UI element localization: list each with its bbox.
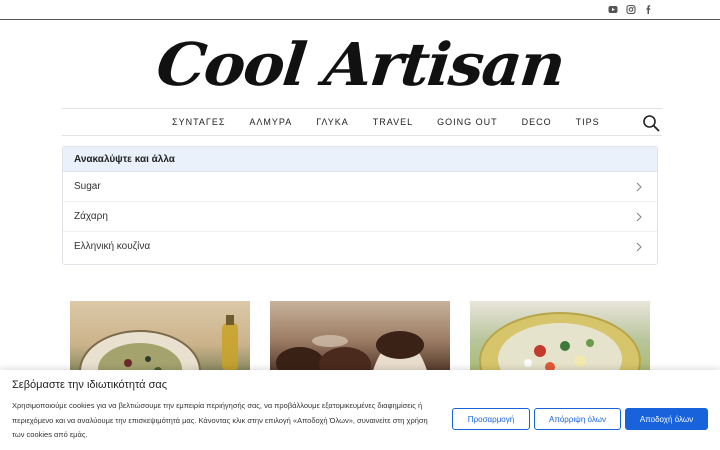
discover-item[interactable]: Ζάχαρη xyxy=(63,202,657,232)
facebook-icon[interactable] xyxy=(644,4,654,15)
social-links xyxy=(608,4,654,15)
food-plate-image xyxy=(79,315,238,381)
logo-text: Cool Artisan xyxy=(153,29,567,100)
discover-heading: Ανακαλύψτε και άλλα xyxy=(63,147,657,172)
instagram-icon[interactable] xyxy=(626,4,636,15)
accept-all-button[interactable]: Αποδοχή όλων xyxy=(625,408,708,430)
article-card-image[interactable] xyxy=(270,301,450,381)
discover-item[interactable]: Sugar xyxy=(63,172,657,202)
salad-bowl-image xyxy=(479,312,641,381)
article-card-image[interactable] xyxy=(70,301,250,381)
discover-item[interactable]: Ελληνική κουζίνα xyxy=(63,232,657,262)
nav-item-going-out[interactable]: GOING OUT xyxy=(437,117,498,127)
chevron-right-icon xyxy=(636,182,642,192)
search-icon[interactable] xyxy=(642,114,660,132)
reject-all-button[interactable]: Απόρριψη όλων xyxy=(534,408,621,430)
cookie-consent-banner: Σεβόμαστε την ιδιωτικότητά σας Χρησιμοπο… xyxy=(0,370,720,450)
main-nav: ΣΥΝΤΑΓΕΣ ΑΛΜΥΡΑ ΓΛΥΚΑ TRAVEL GOING OUT D… xyxy=(62,108,662,136)
discover-item-label: Ελληνική κουζίνα xyxy=(74,241,151,252)
nav-list: ΣΥΝΤΑΓΕΣ ΑΛΜΥΡΑ ΓΛΥΚΑ TRAVEL GOING OUT D… xyxy=(172,117,624,127)
cookie-banner-title: Σεβόμαστε την ιδιωτικότητά σας xyxy=(12,379,168,391)
youtube-icon[interactable] xyxy=(608,4,618,15)
cookie-banner-text: Χρησιμοποιούμε cookies για να βελτιώσουμ… xyxy=(12,401,428,439)
nav-item-glyka[interactable]: ΓΛΥΚΑ xyxy=(316,117,348,127)
customize-button[interactable]: Προσαρμογή xyxy=(452,408,530,430)
nav-item-deco[interactable]: DECO xyxy=(522,117,552,127)
top-bar xyxy=(0,0,720,20)
discover-item-label: Ζάχαρη xyxy=(74,211,108,222)
nav-item-syntages[interactable]: ΣΥΝΤΑΓΕΣ xyxy=(172,117,225,127)
article-card-image[interactable] xyxy=(470,301,650,381)
nav-item-tips[interactable]: TIPS xyxy=(576,117,600,127)
nav-item-travel[interactable]: TRAVEL xyxy=(373,117,413,127)
discover-more-panel: Ανακαλύψτε και άλλα Sugar Ζάχαρη Ελληνικ… xyxy=(62,146,658,265)
dessert-image xyxy=(276,331,430,381)
chevron-right-icon xyxy=(636,212,642,222)
discover-item-label: Sugar xyxy=(74,181,101,192)
site-logo[interactable]: Cool Artisan xyxy=(0,28,720,102)
chevron-right-icon xyxy=(636,242,642,252)
nav-item-almyra[interactable]: ΑΛΜΥΡΑ xyxy=(249,117,292,127)
